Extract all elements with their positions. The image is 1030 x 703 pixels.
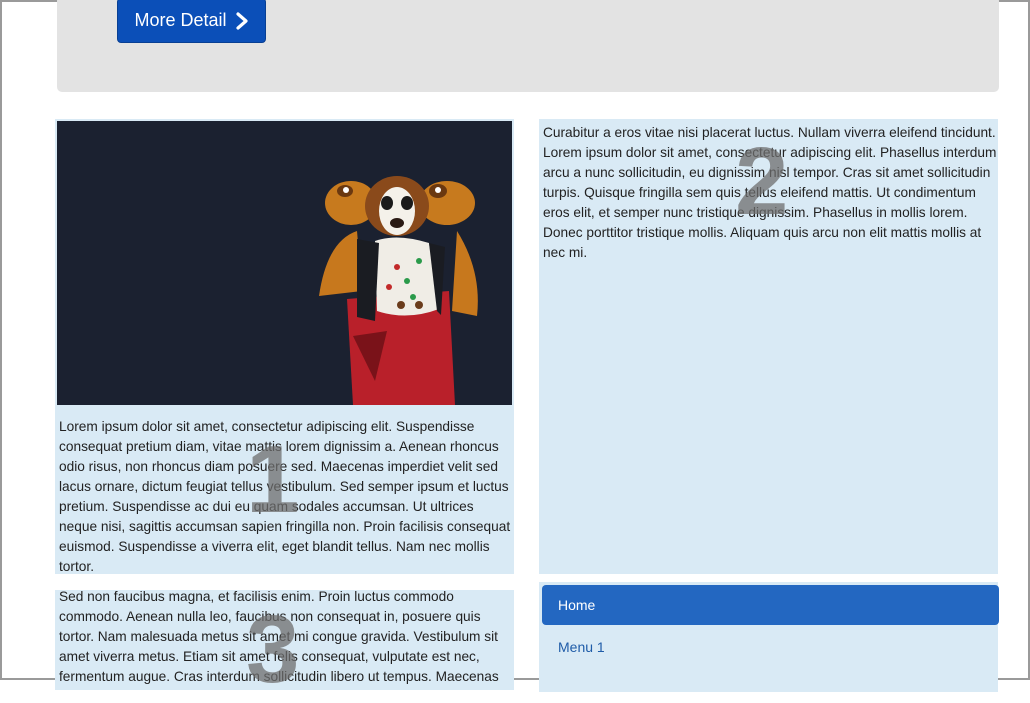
panel-3-number: 3 xyxy=(246,596,300,703)
nav-item-home-label: Home xyxy=(558,597,596,613)
nav-item-home[interactable]: Home xyxy=(542,585,999,625)
nav-item-menu-1[interactable]: Menu 1 xyxy=(542,627,999,667)
more-detail-label: More Detail xyxy=(134,10,227,30)
panel-1-number: 1 xyxy=(246,426,300,533)
panel-2-number: 2 xyxy=(735,128,789,235)
chevron-right-icon xyxy=(235,11,248,30)
side-nav: Home Menu 1 xyxy=(542,585,999,667)
nav-item-menu-1-label: Menu 1 xyxy=(558,639,605,655)
figurine-photo xyxy=(57,121,512,405)
figurine-image xyxy=(57,121,512,405)
more-detail-button[interactable]: More Detail xyxy=(117,0,266,43)
